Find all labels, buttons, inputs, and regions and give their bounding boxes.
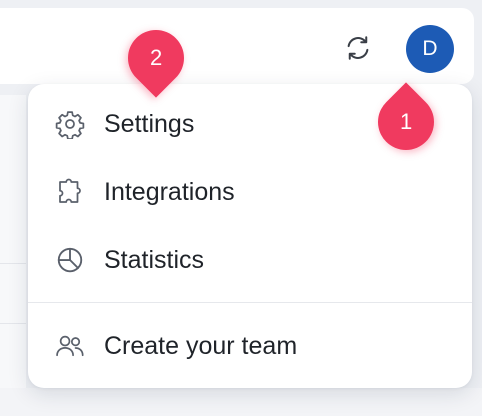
menu-item-create-team[interactable]: Create your team — [28, 314, 472, 378]
sync-button[interactable] — [340, 30, 376, 66]
background-panel-bottom — [0, 388, 482, 416]
menu-item-statistics[interactable]: Statistics — [28, 228, 472, 292]
puzzle-icon — [54, 176, 86, 208]
menu-item-label: Create your team — [104, 331, 298, 360]
background-divider — [0, 323, 26, 324]
menu-item-label: Integrations — [104, 177, 235, 206]
avatar-initial: D — [422, 37, 438, 60]
top-bar — [0, 8, 474, 84]
avatar[interactable]: D — [406, 25, 454, 73]
menu-divider — [28, 302, 472, 303]
sync-icon — [347, 36, 369, 60]
pie-chart-icon — [54, 244, 86, 276]
step-badge-number: 1 — [399, 109, 413, 134]
gear-icon — [54, 108, 86, 140]
step-badge-number: 2 — [149, 45, 163, 70]
menu-item-label: Settings — [104, 109, 195, 138]
background-panel — [0, 95, 26, 416]
background-divider — [0, 263, 26, 264]
users-icon — [54, 330, 86, 362]
menu-item-integrations[interactable]: Integrations — [28, 160, 472, 224]
menu-item-label: Statistics — [104, 245, 205, 274]
